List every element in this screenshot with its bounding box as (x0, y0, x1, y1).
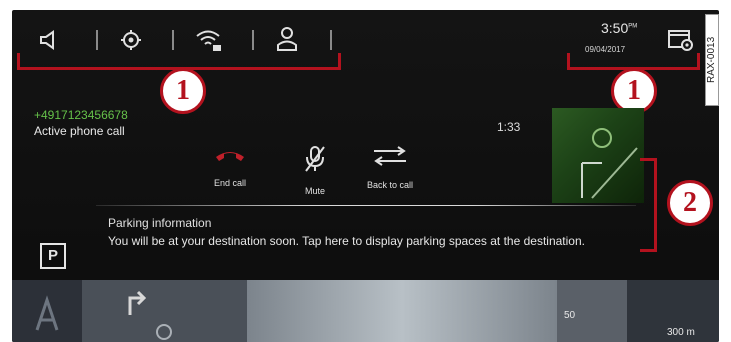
back-to-call-button[interactable]: Back to call (350, 145, 430, 190)
image-code: RAX-0013 (705, 14, 719, 106)
map-road (247, 280, 557, 342)
separator (330, 30, 332, 50)
parking-message[interactable]: You will be at your destination soon. Ta… (108, 233, 658, 249)
mute-label: Mute (304, 186, 325, 196)
separator (172, 30, 174, 50)
end-call-button[interactable]: End call (190, 145, 270, 188)
end-call-label: End call (213, 178, 247, 188)
clock-time: 3:50 (601, 20, 629, 36)
separator (96, 30, 98, 50)
speed-limit: 50 (564, 310, 576, 321)
mute-microphone-icon (302, 146, 328, 177)
caller-image (552, 108, 644, 203)
map-strip[interactable]: 50 300 m (12, 280, 719, 342)
back-to-call-label: Back to call (366, 180, 414, 190)
divider (96, 205, 636, 206)
swap-arrows-icon (371, 146, 409, 171)
call-status: Active phone call (34, 124, 125, 138)
phone-number: +4917123456678 (34, 108, 128, 122)
infotainment-screen: 3:50PM 09/04/2017 1 1 RAX-0013 +49171234… (12, 10, 719, 342)
turn-arrow-tile (82, 280, 247, 342)
distance: 300 m (667, 327, 695, 338)
call-duration: 1:33 (497, 120, 521, 134)
map-tile (12, 280, 82, 342)
callout-badge-1-left: 1 (160, 68, 206, 114)
end-call-icon (213, 152, 247, 169)
callout-badge-2: 2 (667, 180, 713, 226)
clock-suffix: PM (628, 23, 638, 30)
mute-button[interactable]: Mute (275, 145, 355, 196)
clock: 3:50PM (601, 20, 637, 36)
separator (252, 30, 254, 50)
parking-icon: P (40, 243, 66, 269)
parking-title[interactable]: Parking information (108, 216, 211, 230)
